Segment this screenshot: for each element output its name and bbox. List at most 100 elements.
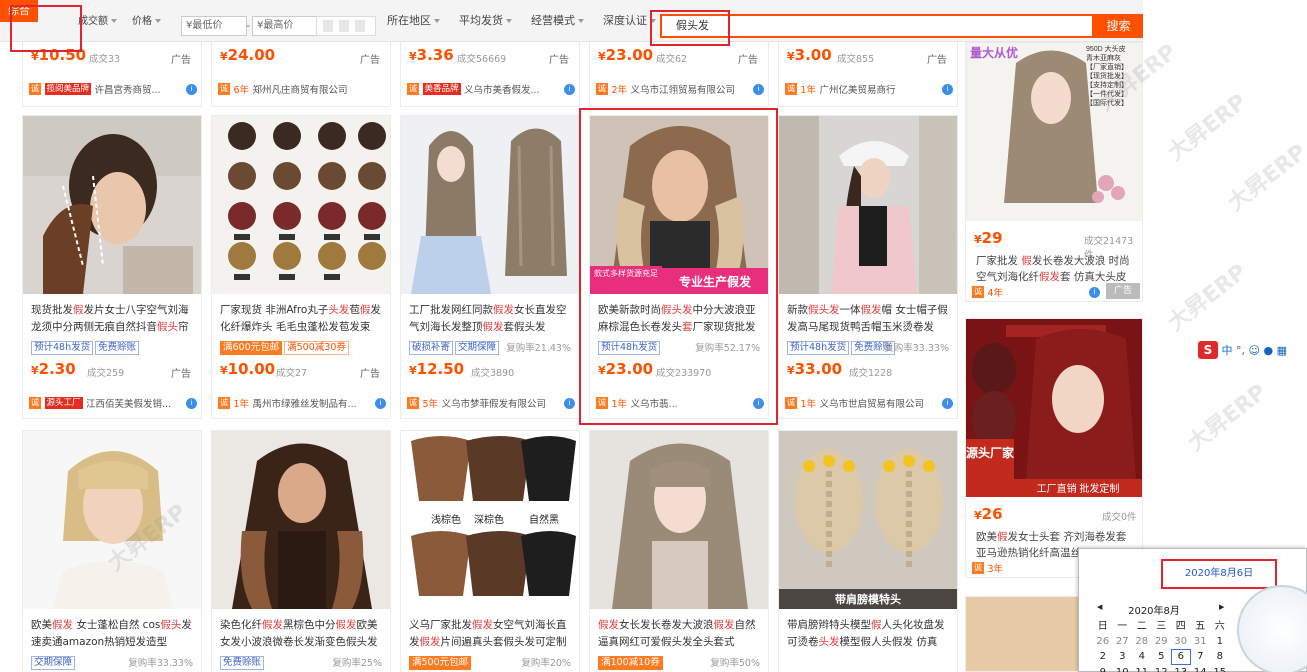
search-button[interactable]: 搜索 [1094, 14, 1143, 38]
ad-image[interactable]: 量大从优 950D 大头皮 青木亚麻灰 【厂家直销】 【现货批发】 【支持定制】… [966, 43, 1142, 221]
product-card[interactable]: ¥24.00 广告 诚 6年 郑州凡庄商贸有限公司 [211, 42, 391, 107]
calendar-day[interactable]: 7 [1191, 650, 1211, 664]
shop-row[interactable]: 诚 揽阅美品牌 许昌宫秀商贸... i [29, 82, 197, 98]
product-image[interactable]: 浅棕色 深棕色 自然黑 [401, 431, 579, 609]
coupon-tag[interactable]: 满500减30券 [284, 341, 349, 355]
shop-row[interactable]: 诚 1年 禹州市绿雅丝发制品有... i [218, 396, 386, 412]
product-card[interactable]: 浅棕色 深棕色 自然黑 义乌厂家批发假发女空气刘海长直发假发片间遍真头套假头发可… [400, 430, 580, 672]
product-title[interactable]: 欧美新款时尚假头发中分大波浪亚麻棕混色长卷发头套厂家现货批发 [598, 302, 764, 336]
calendar-day[interactable]: 3 [1113, 650, 1133, 664]
chat-icon[interactable]: i [186, 84, 197, 95]
location-filter[interactable]: 所在地区 [387, 0, 440, 42]
shop-name[interactable]: 义乌市翡... [631, 399, 678, 410]
product-card[interactable]: ¥3.00 成交855 广告 诚 1年 广州亿美贸易商行 i [778, 42, 958, 107]
calendar-day[interactable]: 31 [1191, 635, 1211, 649]
product-title[interactable]: 义乌厂家批发假发女空气刘海长直发假发片间遍真头套假头发可定制 [409, 617, 575, 651]
chat-icon[interactable]: i [942, 398, 953, 409]
avg-ship-filter[interactable]: 平均发货 [459, 0, 512, 42]
product-card[interactable]: ¥3.36 成交56669 广告 诚 美香品牌 义乌市美香假发... i [400, 42, 580, 107]
price-max-input[interactable]: ¥最高价 [252, 16, 318, 36]
next-month-icon[interactable]: ▶ [1219, 603, 1224, 611]
ad-title[interactable]: 厂家批发 假发长卷发大波浪 时尚空气刘海化纤假发套 仿真大头皮 [976, 253, 1136, 285]
product-card[interactable]: 款式多样货源充足 专业生产假发 欧美新款时尚假头发中分大波浪亚麻棕混色长卷发头套… [589, 115, 769, 419]
product-card[interactable]: 假发女长发长卷发大波浪假发自然逼真网红可爱假头发全头套式 满100减10券 复购… [589, 430, 769, 672]
calendar-date-label[interactable]: 2020年8月6日 [1161, 559, 1277, 589]
ime-punct-toggle[interactable]: °, [1236, 344, 1245, 357]
product-title[interactable]: 欧美假发 女士蓬松自然 cos假头发速卖通amazon热销短发造型 [31, 617, 197, 651]
calendar-day[interactable]: 11 [1132, 666, 1152, 672]
price-min-input[interactable]: ¥最低价 [181, 16, 247, 36]
emoji-icon[interactable]: ☺ [1249, 344, 1260, 357]
shop-name[interactable]: 义乌市江翎贸易有限公司 [631, 85, 736, 96]
search-input[interactable]: 假头发 [660, 14, 1094, 38]
coupon-tag[interactable]: 满100减10券 [598, 656, 663, 670]
shop-row[interactable]: 诚 1年 广州亿美贸易商行 i [785, 82, 953, 98]
calendar-day[interactable]: 9 [1093, 666, 1113, 672]
shop-name[interactable]: 许昌宫秀商贸... [95, 85, 161, 96]
calendar-day[interactable]: 8 [1210, 650, 1230, 664]
product-card[interactable]: 带肩膀模特头 带肩膀辫特头模型假人头化妆盘发 可烫卷头发模型假人头假发 仿真 [778, 430, 958, 672]
product-title[interactable]: 新款假头发一体假发帽 女士帽子假发高马尾现货鸭舌帽玉米烫卷发 [787, 302, 953, 336]
shop-row[interactable]: 诚 1年 义乌市世启贸易有限公司 i [785, 396, 953, 412]
chat-icon[interactable]: i [564, 398, 575, 409]
sort-price-button[interactable]: 价格 [132, 13, 161, 31]
shop-row[interactable]: 诚 1年 义乌市翡... i [596, 396, 764, 412]
product-image[interactable] [212, 116, 390, 294]
calendar-day[interactable]: 13 [1171, 666, 1191, 672]
shop-name[interactable]: 禹州市绿雅丝发制品有... [253, 399, 357, 410]
shop-name[interactable]: 义乌市梦菲假发有限公司 [442, 399, 547, 410]
shop-row[interactable]: 诚 源头工厂 江西佰芙美假发销... i [29, 396, 197, 412]
calendar-day[interactable]: 14 [1191, 666, 1211, 672]
calendar-day[interactable]: 1 [1210, 635, 1230, 649]
shop-name[interactable]: 义乌市美香假发... [464, 85, 540, 96]
product-image[interactable] [23, 431, 201, 609]
product-card[interactable]: ¥23.00 成交62 广告 诚 2年 义乌市江翎贸易有限公司 i [589, 42, 769, 107]
ime-lang-toggle[interactable]: 中 [1222, 344, 1233, 357]
product-card[interactable]: 染色化纤假发黑棕色中分假发欧美女发小波浪微卷长发渐变色假头发 免费赊账 复购率2… [211, 430, 391, 672]
calendar-day[interactable]: 28 [1132, 635, 1152, 649]
chat-icon[interactable]: i [1089, 287, 1100, 298]
sogou-logo-icon[interactable]: S [1198, 341, 1218, 359]
product-title[interactable]: 工厂批发网红同款假发女长直发空气刘海长发整顶假发套假头发 [409, 302, 575, 336]
ad-card[interactable]: 源头厂家 工厂直销 批发定制 ¥26 成交0件 欧美假发女士头套 齐刘海卷发套亚… [965, 318, 1143, 578]
shop-name[interactable]: 义乌市世启贸易有限公司 [820, 399, 925, 410]
shop-name[interactable]: 郑州凡庄商贸有限公司 [253, 85, 348, 96]
calendar-day[interactable]: 10 [1113, 666, 1133, 672]
calendar-day[interactable]: 2 [1093, 650, 1113, 664]
shop-row[interactable]: 诚 5年 义乌市梦菲假发有限公司 i [407, 396, 575, 412]
keyboard-icon[interactable]: ▦ [1277, 344, 1287, 357]
product-card[interactable]: 新款假头发一体假发帽 女士帽子假发高马尾现货鸭舌帽玉米烫卷发 预计48h发货 免费… [778, 115, 958, 419]
ad-card[interactable]: 量大从优 950D 大头皮 青木亚麻灰 【厂家直销】 【现货批发】 【支持定制】… [965, 42, 1143, 302]
product-title[interactable]: 假发女长发长卷发大波浪假发自然逼真网红可爱假头发全头套式 [598, 617, 764, 651]
sort-sales-button[interactable]: 成交额 [78, 13, 117, 31]
product-title[interactable]: 厂家现货 非洲Afro丸子头发苞假发化纤爆炸头 毛毛虫蓬松发苞发束 [220, 302, 386, 336]
product-image[interactable] [590, 431, 768, 609]
calendar-day[interactable]: 12 [1152, 666, 1172, 672]
chat-icon[interactable]: i [186, 398, 197, 409]
calendar-day[interactable]: 27 [1113, 635, 1133, 649]
product-card[interactable]: 厂家现货 非洲Afro丸子头发苞假发化纤爆炸头 毛毛虫蓬松发苞发束 满600元包… [211, 115, 391, 419]
product-image[interactable]: 带肩膀模特头 [779, 431, 957, 609]
business-mode-filter[interactable]: 经营模式 [531, 0, 584, 42]
calendar-day[interactable]: 4 [1132, 650, 1152, 664]
chat-icon[interactable]: i [564, 84, 575, 95]
calendar-day[interactable]: 30 [1171, 635, 1191, 649]
product-card[interactable]: ¥10.50 成交33 广告 诚 揽阅美品牌 许昌宫秀商贸... i [22, 42, 202, 107]
shop-row[interactable]: 诚 2年 义乌市江翎贸易有限公司 i [596, 82, 764, 98]
calendar-day[interactable]: 29 [1152, 635, 1172, 649]
product-title[interactable]: 现货批发假发片女士八字空气刘海龙须中分两侧无痕自然抖音假头帘 [31, 302, 197, 336]
chat-icon[interactable]: i [753, 84, 764, 95]
shop-name[interactable]: 广州亿美贸易商行 [820, 85, 896, 96]
calendar-day-selected[interactable]: 6 [1171, 649, 1191, 665]
calendar-day[interactable]: 15 [1210, 666, 1230, 672]
sort-composite-button[interactable]: 综合 [0, 0, 38, 22]
shop-row[interactable]: 诚 6年 郑州凡庄商贸有限公司 [218, 82, 386, 98]
ime-toolbar[interactable]: S 中 °, ☺ ● ▦ [1198, 341, 1307, 361]
ad-image[interactable]: 源头厂家 工厂直销 批发定制 [966, 319, 1142, 497]
chat-icon[interactable]: i [753, 398, 764, 409]
product-image[interactable] [779, 116, 957, 294]
shop-name[interactable]: 江西佰芙美假发销... [86, 399, 171, 410]
product-title[interactable]: 染色化纤假发黑棕色中分假发欧美女发小波浪微卷长发渐变色假头发 [220, 617, 386, 651]
product-card[interactable]: 现货批发假发片女士八字空气刘海龙须中分两侧无痕自然抖音假头帘 预计48h发货 免费… [22, 115, 202, 419]
product-image[interactable] [212, 431, 390, 609]
